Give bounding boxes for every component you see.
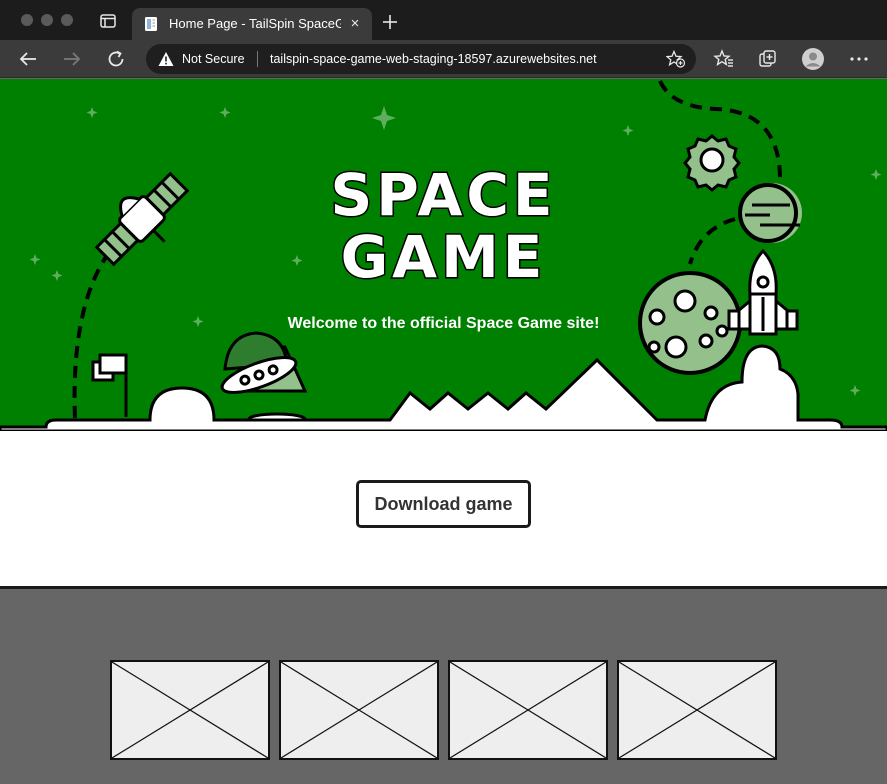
close-window-button[interactable] (21, 14, 33, 26)
tab-home-page[interactable]: Home Page - TailSpin SpaceGame × (132, 8, 372, 40)
web-page: SPACE GAME Welcome to the official Space… (0, 79, 887, 784)
refresh-icon[interactable] (105, 48, 127, 70)
favorites-icon[interactable] (713, 48, 735, 70)
profile-avatar-icon[interactable] (802, 48, 824, 70)
url-text[interactable]: tailspin-space-game-web-staging-18597.az… (270, 52, 597, 66)
collections-icon[interactable] (757, 48, 779, 70)
minimize-window-button[interactable] (41, 14, 53, 26)
hero-banner: SPACE GAME Welcome to the official Space… (0, 79, 887, 431)
image-placeholder-icon (281, 662, 437, 758)
gallery-thumbnail-2[interactable] (279, 660, 439, 760)
browser-toolbar: Not Secure tailspin-space-game-web-stagi… (0, 40, 887, 78)
tab-strip: Home Page - TailSpin SpaceGame × (0, 0, 887, 40)
back-arrow-icon[interactable] (17, 48, 39, 70)
image-placeholder-icon (112, 662, 268, 758)
zoom-window-button[interactable] (61, 14, 73, 26)
browser-window: Home Page - TailSpin SpaceGame × Not Sec… (0, 0, 887, 784)
page-favicon-icon (143, 16, 159, 32)
screenshot-gallery (0, 589, 887, 784)
add-favorite-icon[interactable] (665, 49, 686, 68)
tab-title: Home Page - TailSpin SpaceGame (169, 16, 341, 31)
gallery-thumbnail-1[interactable] (110, 660, 270, 760)
image-placeholder-icon (450, 662, 606, 758)
image-placeholder-icon (619, 662, 775, 758)
gallery-thumbnail-3[interactable] (448, 660, 608, 760)
hero-title-line-2: GAME (339, 222, 547, 293)
download-section: Download game (0, 431, 887, 589)
tab-actions-icon[interactable] (100, 14, 116, 28)
gallery-thumbnail-4[interactable] (617, 660, 777, 760)
tab-close-icon[interactable]: × (346, 15, 364, 33)
download-game-button[interactable]: Download game (356, 480, 531, 528)
address-separator (257, 51, 258, 67)
welcome-message: Welcome to the official Space Game site! (287, 315, 600, 332)
security-status[interactable]: Not Secure (182, 52, 245, 66)
new-tab-icon[interactable] (380, 12, 400, 32)
forward-arrow-icon[interactable] (61, 48, 83, 70)
address-bar[interactable]: Not Secure tailspin-space-game-web-stagi… (146, 44, 696, 74)
warning-icon[interactable] (158, 51, 174, 67)
hero-title-line-1: SPACE (329, 160, 557, 231)
more-options-icon[interactable] (848, 48, 870, 70)
